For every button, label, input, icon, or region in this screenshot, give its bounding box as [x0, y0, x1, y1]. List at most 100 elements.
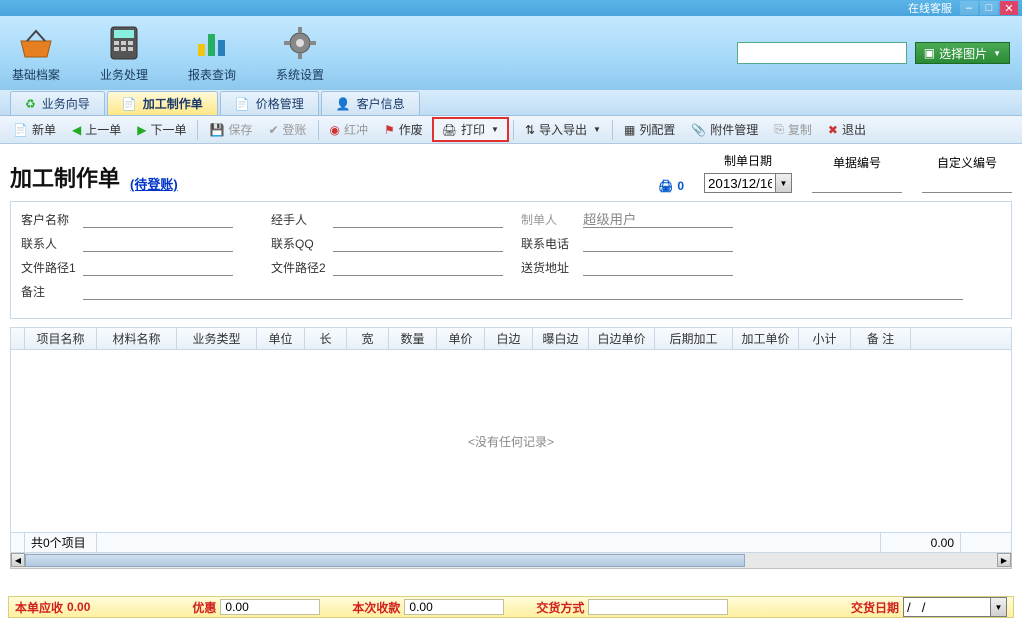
grid-col-header[interactable]: 材料名称	[97, 328, 177, 349]
grid-footer-handle	[11, 533, 25, 552]
grid-col-header[interactable]: 长	[305, 328, 347, 349]
qq-input[interactable]	[333, 234, 503, 252]
chart-icon	[193, 24, 231, 62]
receivable-label: 本单应收	[15, 599, 63, 616]
ribbon-report[interactable]: 报表查询	[188, 24, 236, 83]
tab-customer[interactable]: 👤客户信息	[321, 91, 420, 115]
date-label: 制单日期	[724, 152, 772, 169]
printer-icon: 🖨	[442, 123, 457, 137]
maker-input	[583, 210, 733, 228]
ribbon-business[interactable]: 业务处理	[100, 24, 148, 83]
doc-code-input[interactable]	[812, 175, 902, 193]
deliver-date-input[interactable]	[903, 597, 991, 617]
contact-input[interactable]	[83, 234, 233, 252]
tab-price[interactable]: 📄价格管理	[220, 91, 319, 115]
print-count: 🖨 0	[658, 179, 684, 193]
exit-button[interactable]: ✖退出	[821, 118, 873, 141]
toolbar: 📄新单 ◀上一单 ▶下一单 💾保存 ✔登账 ◉红冲 ⚑作废 🖨打印▼ ⇅导入导出…	[0, 116, 1022, 144]
deliver-date-dropdown[interactable]: ▼	[991, 597, 1007, 617]
grid-col-header[interactable]	[11, 328, 25, 349]
save-button[interactable]: 💾保存	[202, 118, 259, 141]
flag-icon: ⚑	[384, 123, 395, 137]
path2-input[interactable]	[333, 258, 503, 276]
grid-col-header[interactable]: 加工单价	[733, 328, 799, 349]
handler-label: 经手人	[271, 211, 333, 228]
scroll-right-button[interactable]: ▶	[997, 553, 1011, 567]
footer-bar: 本单应收0.00 优惠0.00 本次收款0.00 交货方式 交货日期 ▼	[8, 596, 1014, 618]
grid-col-header[interactable]: 备 注	[851, 328, 911, 349]
tab-label: 加工制作单	[143, 95, 203, 112]
ribbon-label: 报表查询	[188, 66, 236, 83]
search-input[interactable]	[737, 42, 907, 64]
tab-strip: ♻业务向导 📄 加工制作单 📄价格管理 👤客户信息	[0, 90, 1022, 116]
calculator-icon	[105, 24, 143, 62]
receivable-value: 0.00	[67, 600, 90, 614]
grid-col-header[interactable]: 后期加工	[655, 328, 733, 349]
horizontal-scrollbar[interactable]: ◀ ▶	[10, 553, 1012, 569]
doc-icon: 📄	[122, 97, 137, 111]
copy-button[interactable]: ⎘复制	[767, 118, 819, 141]
recycle-icon: ♻	[25, 97, 36, 111]
printer-icon: 🖨	[658, 179, 673, 193]
handler-input[interactable]	[333, 210, 503, 228]
select-image-button[interactable]: ▣ 选择图片 ▼	[915, 42, 1010, 64]
thispay-input[interactable]: 0.00	[404, 599, 504, 615]
phone-input[interactable]	[583, 234, 733, 252]
tab-wizard[interactable]: ♻业务向导	[10, 91, 105, 115]
save-icon: 💾	[209, 123, 224, 137]
next-button[interactable]: ▶下一单	[130, 118, 193, 141]
toolbar-sep	[513, 120, 514, 140]
grid-col-header[interactable]: 单价	[437, 328, 485, 349]
col-config-button[interactable]: ▦列配置	[617, 118, 682, 141]
toolbar-sep	[318, 120, 319, 140]
doc-status[interactable]: (待登账)	[130, 174, 178, 193]
grid-col-header[interactable]: 单位	[257, 328, 305, 349]
grid-col-header[interactable]: 小计	[799, 328, 851, 349]
remark-input[interactable]	[83, 282, 963, 300]
arrow-left-icon: ◀	[72, 123, 81, 137]
attach-button[interactable]: 📎附件管理	[684, 118, 765, 141]
grid-col-header[interactable]: 宽	[347, 328, 389, 349]
grid-col-header[interactable]: 业务类型	[177, 328, 257, 349]
custom-code-input[interactable]	[922, 175, 1012, 193]
grid-col-header[interactable]: 数量	[389, 328, 437, 349]
doc-date-input[interactable]	[704, 173, 776, 193]
reverse-icon: ◉	[330, 123, 340, 137]
window-max-button[interactable]: □	[980, 1, 998, 15]
path1-input[interactable]	[83, 258, 233, 276]
window-min-button[interactable]: –	[960, 1, 978, 15]
grid-col-header[interactable]: 白边	[485, 328, 533, 349]
qq-label: 联系QQ	[271, 235, 333, 252]
user-icon: 👤	[336, 97, 351, 111]
customer-label: 客户名称	[21, 211, 83, 228]
ribbon-settings[interactable]: 系统设置	[276, 24, 324, 83]
ribbon-basic-archive[interactable]: 基础档案	[12, 24, 60, 83]
ribbon-label: 基础档案	[12, 66, 60, 83]
maker-label: 制单人	[521, 211, 583, 228]
method-input[interactable]	[588, 599, 728, 615]
scroll-thumb[interactable]	[25, 554, 745, 567]
window-close-button[interactable]: ✕	[1000, 1, 1018, 15]
online-service-label[interactable]: 在线客服	[908, 0, 952, 16]
grid-col-header[interactable]: 项目名称	[25, 328, 97, 349]
gear-icon	[281, 24, 319, 62]
void-button[interactable]: ⚑作废	[377, 118, 430, 141]
io-icon: ⇅	[525, 123, 535, 137]
post-button[interactable]: ✔登账	[261, 118, 313, 141]
grid-footer-total: 0.00	[881, 533, 961, 552]
date-dropdown-button[interactable]: ▼	[776, 173, 792, 193]
discount-input[interactable]: 0.00	[220, 599, 320, 615]
reverse-button[interactable]: ◉红冲	[323, 118, 376, 141]
new-button[interactable]: 📄新单	[6, 118, 63, 141]
grid-col-header[interactable]: 曝白边	[533, 328, 589, 349]
print-button[interactable]: 🖨打印▼	[432, 117, 509, 142]
prev-button[interactable]: ◀上一单	[65, 118, 128, 141]
data-grid: 项目名称材料名称业务类型单位长宽数量单价白边曝白边白边单价后期加工加工单价小计备…	[10, 327, 1012, 553]
tab-production-order[interactable]: 📄 加工制作单	[107, 91, 218, 115]
grid-col-header[interactable]: 白边单价	[589, 328, 655, 349]
import-export-button[interactable]: ⇅导入导出▼	[518, 118, 608, 141]
customer-input[interactable]	[83, 210, 233, 228]
exit-icon: ✖	[828, 123, 838, 137]
ship-input[interactable]	[583, 258, 733, 276]
scroll-left-button[interactable]: ◀	[11, 553, 25, 567]
